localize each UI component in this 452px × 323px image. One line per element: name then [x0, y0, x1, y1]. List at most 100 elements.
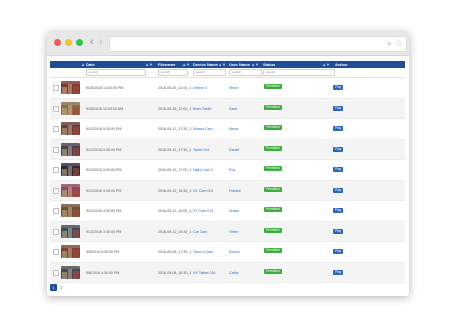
row-checkbox[interactable] [53, 167, 59, 173]
device-name-filter-input[interactable]: search [193, 69, 226, 76]
user-name-link[interactable]: Susan [229, 209, 239, 213]
play-button[interactable]: Play [333, 228, 344, 234]
thumbnail-image-icon [61, 245, 80, 258]
play-button[interactable]: Play [333, 208, 344, 213]
address-bar[interactable]: ⌕ ☆ [109, 36, 407, 52]
play-button[interactable]: Play [333, 187, 344, 193]
video-thumbnail[interactable] [61, 81, 80, 94]
play-button[interactable]: Play [333, 167, 344, 172]
user-name-link[interactable]: Mavis [229, 127, 238, 131]
device-name-link[interactable]: Tablet 001 [193, 148, 210, 152]
video-thumbnail[interactable] [61, 122, 80, 135]
page-2-button[interactable]: 2 [58, 284, 65, 291]
play-button[interactable]: Play [333, 269, 344, 275]
user-name-filter-input[interactable]: search [229, 69, 262, 76]
date-cell: 9/8/2016 4:30:00 PM [86, 270, 120, 275]
table-row[interactable]: 9/12/2016 4:30:00 PM 2016-09-12_16:30_1 NY… [50, 180, 405, 201]
filename-cell: 2016-09-12_15:30_1 [158, 229, 192, 234]
play-button[interactable]: Play [333, 146, 344, 152]
device-name-link[interactable]: Boss Tablet [193, 107, 212, 111]
video-thumbnail[interactable] [61, 265, 80, 279]
device-name-link[interactable]: Team 4 Cam [193, 250, 213, 254]
device-name-link[interactable]: Device 4 [193, 86, 207, 90]
table-row[interactable]: 9/12/2016 5:30:00 PM 2016-09-12_17:30_1 Sh… [50, 119, 405, 140]
row-checkbox[interactable] [53, 208, 59, 214]
user-name-link[interactable]: Frankie [229, 189, 241, 193]
filename-filter-input[interactable]: search [158, 69, 188, 76]
table-row[interactable]: 9/26/2016 12:00:00 PM 2016-09-26_12:00_1 D… [50, 78, 405, 99]
search-icon[interactable]: ⌕ [387, 38, 392, 49]
sort-icon[interactable]: ▲ [81, 62, 85, 67]
table-row[interactable]: 9/12/2016 3:30:00 PM 2016-09-12_15:30_1 Ca… [50, 221, 405, 242]
date-cell: 9/26/2016 12:00:00 AM [86, 106, 124, 111]
sort-icon[interactable]: ▲▼ [218, 62, 226, 67]
thumbnail-image-icon [61, 163, 80, 176]
table-row[interactable]: 9/12/2016 5:30:00 PM 2016-09-12_17:30_1 Ta… [50, 139, 405, 160]
video-thumbnail[interactable] [61, 183, 80, 197]
user-name-link[interactable]: Emma [229, 250, 239, 254]
table-row[interactable]: 9/8/2016 4:30:00 PM 2016-09-08_16:30_1 NY … [50, 262, 405, 283]
filename-cell: 2016-09-12_17:30_1 [158, 147, 192, 152]
user-name-column-header[interactable]: User Name ▲▼ [229, 62, 259, 67]
device-name-link[interactable]: Shawn Cam [193, 127, 213, 131]
play-button[interactable]: Play [333, 85, 344, 90]
user-name-link[interactable]: Daniel [229, 148, 239, 152]
device-name-link[interactable]: NY Tablet 016 [193, 271, 215, 275]
row-checkbox[interactable] [53, 228, 59, 235]
play-button[interactable]: Play [333, 126, 344, 131]
page-1-button[interactable]: 1 [50, 284, 57, 291]
device-name-link[interactable]: Night Cam 1 [193, 168, 213, 172]
video-thumbnail[interactable] [61, 142, 80, 156]
video-thumbnail[interactable] [61, 101, 80, 115]
date-column-header[interactable]: Date ▲▼ [86, 62, 153, 67]
sort-icon[interactable]: ▲▼ [251, 62, 259, 67]
user-name-link[interactable]: Roy [229, 168, 235, 172]
user-name-link[interactable]: Helen [229, 230, 238, 234]
date-filter-input[interactable]: search [86, 69, 146, 76]
date-cell: 9/8/2016 5:30:00 PM [86, 250, 120, 254]
video-thumbnail[interactable] [61, 224, 80, 238]
user-name-link[interactable]: Steve [229, 86, 238, 90]
sort-icon[interactable]: ▲▼ [145, 62, 153, 67]
status-badge: Permitted [264, 186, 282, 192]
filename-cell: 2016-09-26_12:00_1 [158, 86, 192, 90]
sort-icon[interactable]: ▲▼ [322, 62, 330, 67]
user-name-link[interactable]: Cathy [229, 271, 238, 275]
row-checkbox[interactable] [53, 269, 59, 276]
table-row[interactable]: 9/12/2016 4:00:00 PM 2016-09-12_16:00_1 VT… [50, 201, 405, 222]
status-filter-input[interactable]: search [263, 69, 335, 76]
date-cell: 9/12/2016 3:30:00 PM [86, 229, 122, 234]
row-checkbox[interactable] [53, 249, 59, 255]
device-name-link[interactable]: Car Cam [193, 230, 207, 234]
device-name-link[interactable]: VT Cam 013 [193, 209, 213, 213]
table-row[interactable]: 9/8/2016 5:30:00 PM 2016-09-08_17:30_1 Tea… [50, 242, 405, 263]
date-cell: 9/12/2016 5:00:00 PM [86, 168, 122, 172]
table-row[interactable]: 9/12/2016 5:00:00 PM 2016-09-12_17:00_1 Ni… [50, 160, 405, 181]
video-thumbnail[interactable] [61, 204, 80, 217]
video-thumbnail[interactable] [61, 163, 80, 176]
video-thumbnail[interactable] [61, 245, 80, 258]
status-column-header[interactable]: Status ▲▼ [263, 62, 330, 67]
row-checkbox[interactable] [53, 105, 59, 112]
play-button[interactable]: Play [333, 249, 344, 254]
row-checkbox[interactable] [53, 146, 59, 153]
minimize-window-icon[interactable] [65, 39, 72, 46]
bookmark-star-icon[interactable]: ☆ [395, 38, 403, 49]
row-checkbox[interactable] [53, 187, 59, 194]
sort-icon[interactable]: ▲▼ [182, 62, 190, 67]
maximize-window-icon[interactable] [76, 39, 83, 46]
back-arrow-icon[interactable]: ‹ [90, 36, 94, 48]
recordings-table: ▲ Date ▲▼ Filename ▲▼ Device Name ▲▼ User N… [50, 61, 405, 283]
row-checkbox[interactable] [53, 85, 59, 91]
date-cell: 9/12/2016 4:00:00 PM [86, 209, 122, 213]
table-row[interactable]: 9/26/2016 12:00:00 AM 2016-09-26_12:00_1 B… [50, 98, 405, 119]
status-badge: Permitted [264, 166, 282, 171]
user-name-link[interactable]: Dave [229, 107, 237, 111]
play-button[interactable]: Play [333, 105, 344, 111]
forward-arrow-icon[interactable]: › [99, 36, 103, 48]
row-checkbox[interactable] [53, 126, 59, 132]
device-name-link[interactable]: NY Cam 001 [193, 189, 214, 193]
filename-column-header[interactable]: Filename ▲▼ [158, 62, 190, 67]
close-window-icon[interactable] [54, 39, 61, 46]
device-name-column-header[interactable]: Device Name ▲▼ [193, 62, 226, 67]
